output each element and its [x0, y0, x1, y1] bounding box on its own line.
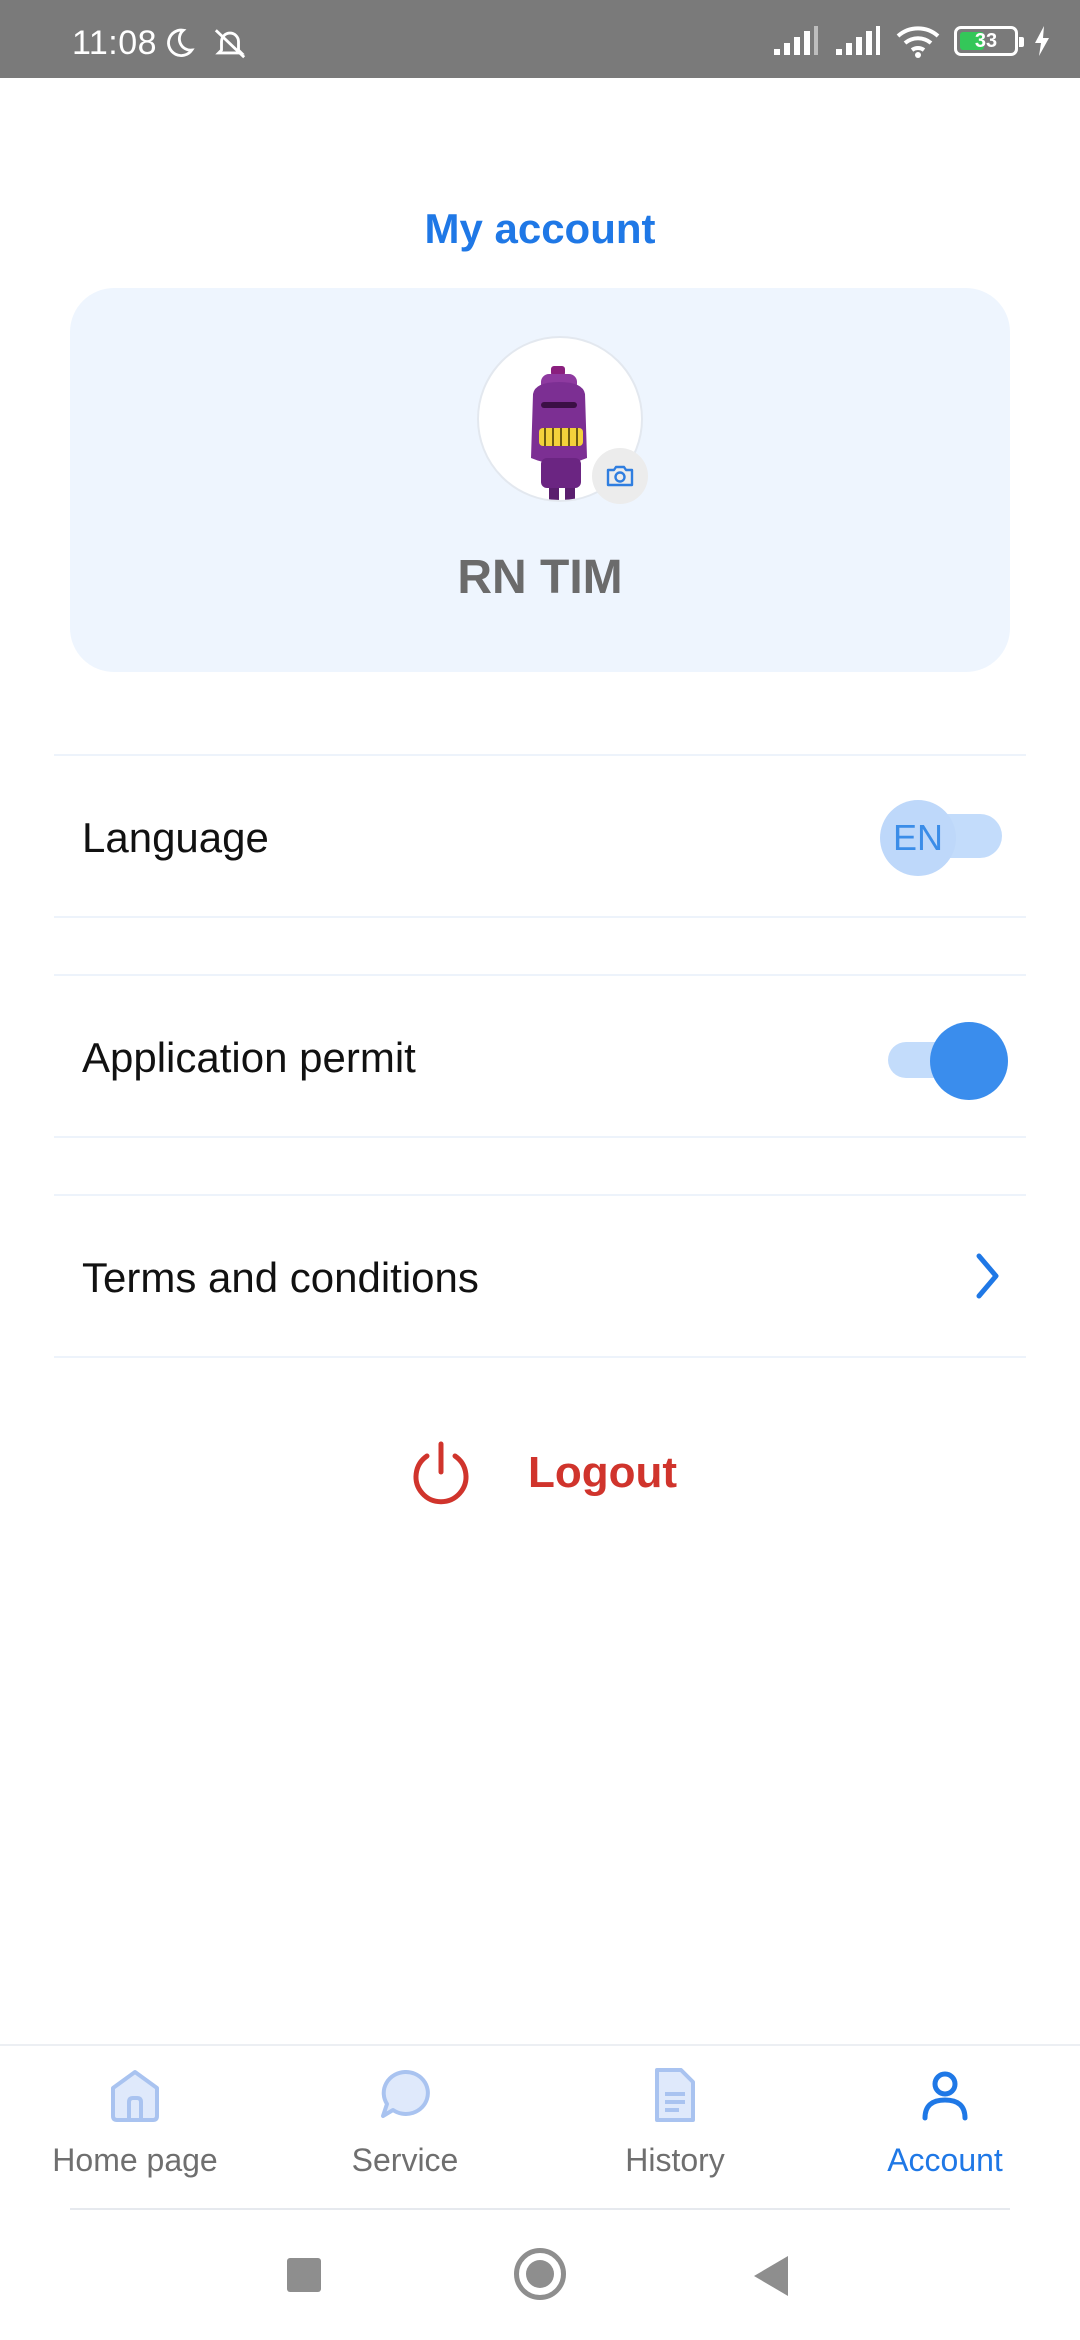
charging-icon	[1035, 26, 1049, 56]
language-toggle-knob: EN	[880, 800, 956, 876]
permit-toggle-knob	[930, 1022, 1008, 1100]
nav-item-home[interactable]: Home page	[0, 2066, 270, 2179]
wifi-icon	[896, 26, 940, 58]
camera-badge[interactable]	[592, 448, 648, 504]
logout-button[interactable]: Logout	[410, 1440, 677, 1506]
bottom-nav: Home page Service History Account	[0, 2044, 1080, 2210]
profile-card: RN TIM	[70, 288, 1010, 672]
profile-name: RN TIM	[457, 551, 623, 604]
system-nav-bar	[0, 2210, 1080, 2340]
page-title: My account	[424, 205, 656, 252]
language-value: EN	[892, 817, 943, 858]
battery-icon: 33	[954, 26, 1024, 56]
camera-icon	[606, 465, 634, 487]
home-button-icon[interactable]	[514, 2248, 566, 2300]
language-row: Language EN	[54, 754, 1026, 918]
power-icon	[413, 1441, 469, 1505]
nav-item-history[interactable]: History	[540, 2066, 810, 2179]
home-icon	[111, 2070, 159, 2122]
logout-label: Logout	[528, 1448, 678, 1497]
nav-label-account: Account	[887, 2142, 1003, 2178]
back-icon[interactable]	[754, 2256, 788, 2296]
moon-icon	[167, 28, 195, 57]
terms-label: Terms and conditions	[82, 1254, 479, 1301]
permit-row: Application permit	[54, 974, 1026, 1138]
permit-toggle[interactable]	[888, 1022, 1008, 1100]
mute-alarm-icon	[214, 29, 246, 59]
language-toggle[interactable]: EN	[880, 800, 1002, 876]
recents-icon[interactable]	[287, 2258, 321, 2292]
document-icon	[655, 2068, 695, 2122]
signal-icon	[836, 26, 880, 55]
language-label: Language	[82, 814, 269, 861]
nav-item-account[interactable]: Account	[810, 2066, 1080, 2179]
nav-label-history: History	[625, 2142, 725, 2178]
nav-item-service[interactable]: Service	[270, 2066, 540, 2179]
permit-label: Application permit	[82, 1034, 416, 1081]
status-time: 11:08	[72, 24, 158, 62]
user-icon	[922, 2071, 968, 2121]
terms-row[interactable]: Terms and conditions	[54, 1194, 1026, 1358]
chat-icon	[381, 2069, 430, 2118]
nav-label-home: Home page	[52, 2142, 218, 2178]
status-bar: 11:08 33	[0, 0, 1080, 78]
nav-label-service: Service	[351, 2142, 459, 2178]
battery-level: 33	[974, 30, 998, 52]
signal-icon	[774, 26, 818, 55]
chevron-right-icon	[976, 1253, 999, 1299]
